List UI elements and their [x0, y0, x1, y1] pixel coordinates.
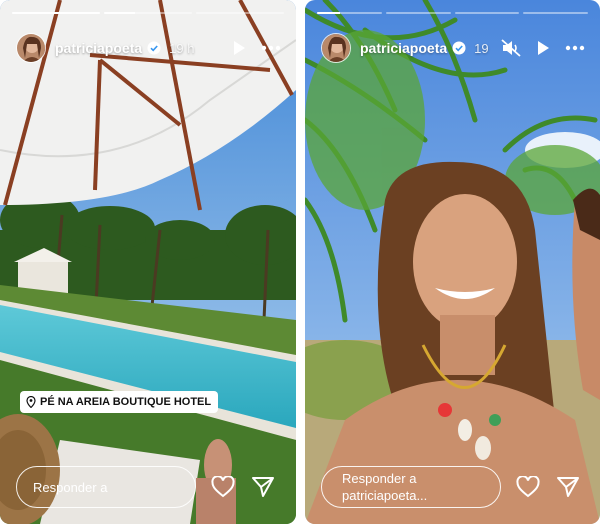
progress-fill-1: [12, 12, 100, 14]
avatar[interactable]: [16, 33, 46, 63]
story-header: patriciapoeta 19: [321, 33, 586, 63]
story-progress-bar: [12, 12, 284, 14]
progress-segment: [385, 12, 451, 14]
more-icon[interactable]: [564, 37, 586, 59]
story-footer: Responder a: [16, 466, 282, 508]
story-timestamp: 19: [474, 40, 489, 56]
more-icon[interactable]: [260, 37, 282, 59]
progress-segment: [12, 12, 100, 14]
location-pin-icon: [26, 396, 36, 408]
reply-placeholder-line1: Responder a: [342, 471, 417, 486]
hotel-pool-photo: [0, 0, 296, 524]
reply-placeholder: Responder a: [33, 479, 108, 495]
progress-segment: [317, 12, 382, 14]
progress-segment: [196, 12, 284, 14]
send-icon[interactable]: [250, 474, 276, 500]
verified-badge-icon: [147, 41, 161, 55]
play-icon[interactable]: [228, 37, 250, 59]
story-header: patriciapoeta 19 h: [16, 33, 282, 63]
reply-placeholder-line2: patriciapoeta...: [342, 488, 428, 503]
story-timestamp: 19 h: [169, 40, 195, 56]
story-panel-1[interactable]: patriciapoeta 19 h PÉ NA AREIA BOUTIQUE …: [0, 0, 296, 524]
reply-input[interactable]: Responder a: [16, 466, 196, 508]
story-progress-bar: [317, 12, 588, 14]
progress-segment: [454, 12, 520, 14]
heart-icon[interactable]: [210, 474, 236, 500]
username[interactable]: patriciapoeta: [55, 40, 142, 56]
progress-segment: [104, 12, 192, 14]
story-footer: Responder a patriciapoeta...: [321, 466, 586, 508]
username[interactable]: patriciapoeta: [360, 40, 447, 56]
location-label: PÉ NA AREIA BOUTIQUE HOTEL: [40, 396, 212, 408]
story-panel-2[interactable]: patriciapoeta 19 Responder a patriciapoe…: [305, 0, 600, 524]
send-icon[interactable]: [555, 474, 581, 500]
progress-fill-1: [317, 12, 340, 14]
heart-icon[interactable]: [515, 474, 541, 500]
verified-badge-icon: [452, 41, 466, 55]
progress-segment: [523, 12, 588, 14]
beach-selfie-photo: [305, 0, 600, 524]
avatar[interactable]: [321, 33, 351, 63]
location-sticker[interactable]: PÉ NA AREIA BOUTIQUE HOTEL: [20, 391, 219, 413]
reply-input[interactable]: Responder a patriciapoeta...: [321, 466, 501, 508]
muted-icon[interactable]: [500, 37, 522, 59]
progress-fill-2: [104, 12, 135, 14]
play-icon[interactable]: [532, 37, 554, 59]
